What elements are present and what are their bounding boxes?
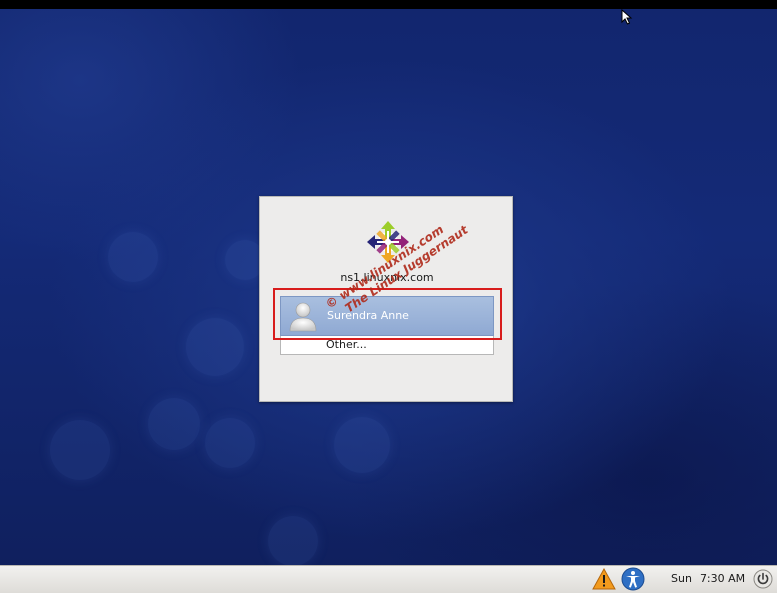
wallpaper-bokeh [268,516,318,566]
top-bar [0,0,777,9]
user-list-item[interactable]: Surendra Anne [280,296,494,336]
other-user-label: Other... [326,338,367,351]
bottom-panel: Sun 7:30 AM [0,565,777,593]
power-icon[interactable] [753,569,773,589]
wallpaper-bokeh [148,398,200,450]
login-dialog: ns1.linuxnix.com Surendra Anne Other... [259,196,513,402]
user-list: Surendra Anne Other... [280,296,494,355]
clock-day: Sun [671,572,692,585]
wallpaper-bokeh [186,318,244,376]
warning-icon[interactable] [592,568,616,590]
other-user-item[interactable]: Other... [280,336,494,355]
wallpaper-bokeh [108,232,158,282]
wallpaper-bokeh [205,418,255,468]
login-screen: ns1.linuxnix.com Surendra Anne Other... [0,0,777,593]
wallpaper-bokeh [50,420,110,480]
mouse-cursor-icon [621,9,633,25]
user-avatar-icon [289,302,317,332]
wallpaper-bokeh [334,417,390,473]
accessibility-icon[interactable] [621,567,645,591]
clock-time: 7:30 AM [699,572,746,585]
clock[interactable]: Sun 7:30 AM [671,572,745,585]
